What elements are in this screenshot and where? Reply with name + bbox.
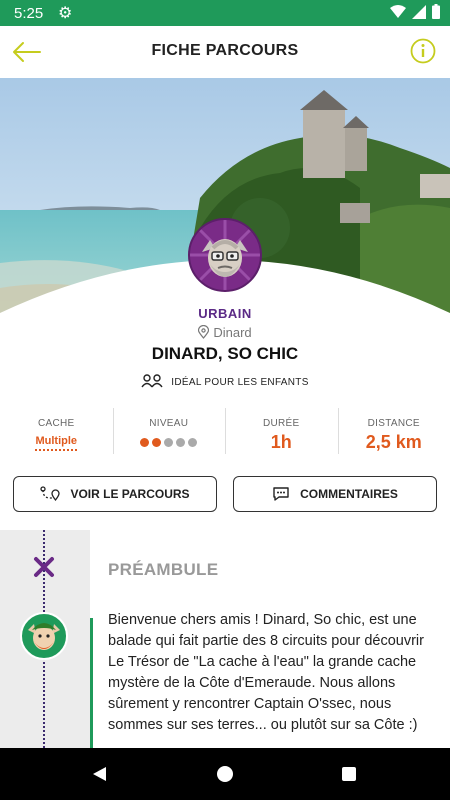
kids-label: IDÉAL POUR LES ENFANTS	[171, 377, 309, 388]
preamble-title: PRÉAMBULE	[108, 560, 219, 579]
stat-distance-value: 2,5 km	[365, 432, 422, 452]
level-dot	[176, 438, 186, 447]
route-icon	[40, 486, 61, 502]
stat-cache: CACHE Multiple	[0, 406, 113, 456]
settings-icon: ⚙	[58, 5, 73, 22]
location-label: Dinard	[213, 325, 252, 340]
preamble-accent-bar	[90, 618, 93, 748]
cross-marker-icon	[34, 557, 54, 577]
page-title: FICHE PARCOURS	[151, 42, 299, 59]
status-time: 5:25	[14, 5, 44, 22]
route-category: URBAIN	[198, 306, 252, 321]
system-nav-bar	[0, 748, 450, 800]
stat-cache-label: CACHE	[37, 418, 75, 429]
level-dot	[152, 438, 162, 447]
info-icon[interactable]	[410, 38, 436, 64]
stat-distance-label: DISTANCE	[367, 418, 420, 429]
comment-icon	[273, 487, 289, 501]
preamble-text: Bienvenue chers amis ! Dinard, So chic, …	[108, 612, 424, 733]
route-stats: CACHE Multiple NIVEAU DURÉE 1h DISTANCE …	[0, 406, 450, 456]
status-icons	[390, 4, 440, 19]
character-avatar	[188, 218, 262, 292]
map-pin-icon	[198, 324, 210, 339]
comments-label: COMMENTAIRES	[300, 487, 398, 501]
level-dot	[140, 438, 150, 447]
route-name: DINARD, SO CHIC	[151, 344, 299, 363]
route-location: Dinard	[0, 324, 450, 340]
stat-distance: DISTANCE 2,5 km	[337, 406, 450, 456]
comments-button[interactable]: COMMENTAIRES	[233, 476, 437, 512]
stat-level-label: NIVEAU	[149, 418, 189, 429]
nav-home-icon[interactable]	[217, 766, 233, 782]
view-route-label: VOIR LE PARCOURS	[70, 487, 190, 501]
preamble-section: PRÉAMBULE Bienvenue chers amis ! Dinard,…	[0, 530, 450, 748]
wifi-icon	[390, 4, 406, 18]
kids-badge: IDÉAL POUR LES ENFANTS	[0, 374, 450, 388]
nav-recents-icon[interactable]	[342, 767, 356, 781]
signal-icon	[412, 4, 426, 19]
level-indicator	[140, 438, 198, 447]
stat-cache-value: Multiple	[35, 435, 78, 451]
leprechaun-avatar	[20, 612, 68, 660]
level-dot	[164, 438, 174, 447]
level-dot	[188, 438, 198, 447]
battery-icon	[432, 4, 440, 19]
stat-duration-value: 1h	[270, 432, 292, 452]
view-route-button[interactable]: VOIR LE PARCOURS	[13, 476, 217, 512]
nav-back-icon[interactable]	[92, 766, 108, 782]
stat-duration: DURÉE 1h	[225, 406, 338, 456]
status-bar: 5:25 ⚙	[0, 0, 450, 26]
stat-duration-label: DURÉE	[262, 418, 300, 429]
app-bar: FICHE PARCOURS	[0, 26, 450, 78]
stat-level: NIVEAU	[112, 406, 226, 456]
kids-icon	[141, 374, 163, 388]
